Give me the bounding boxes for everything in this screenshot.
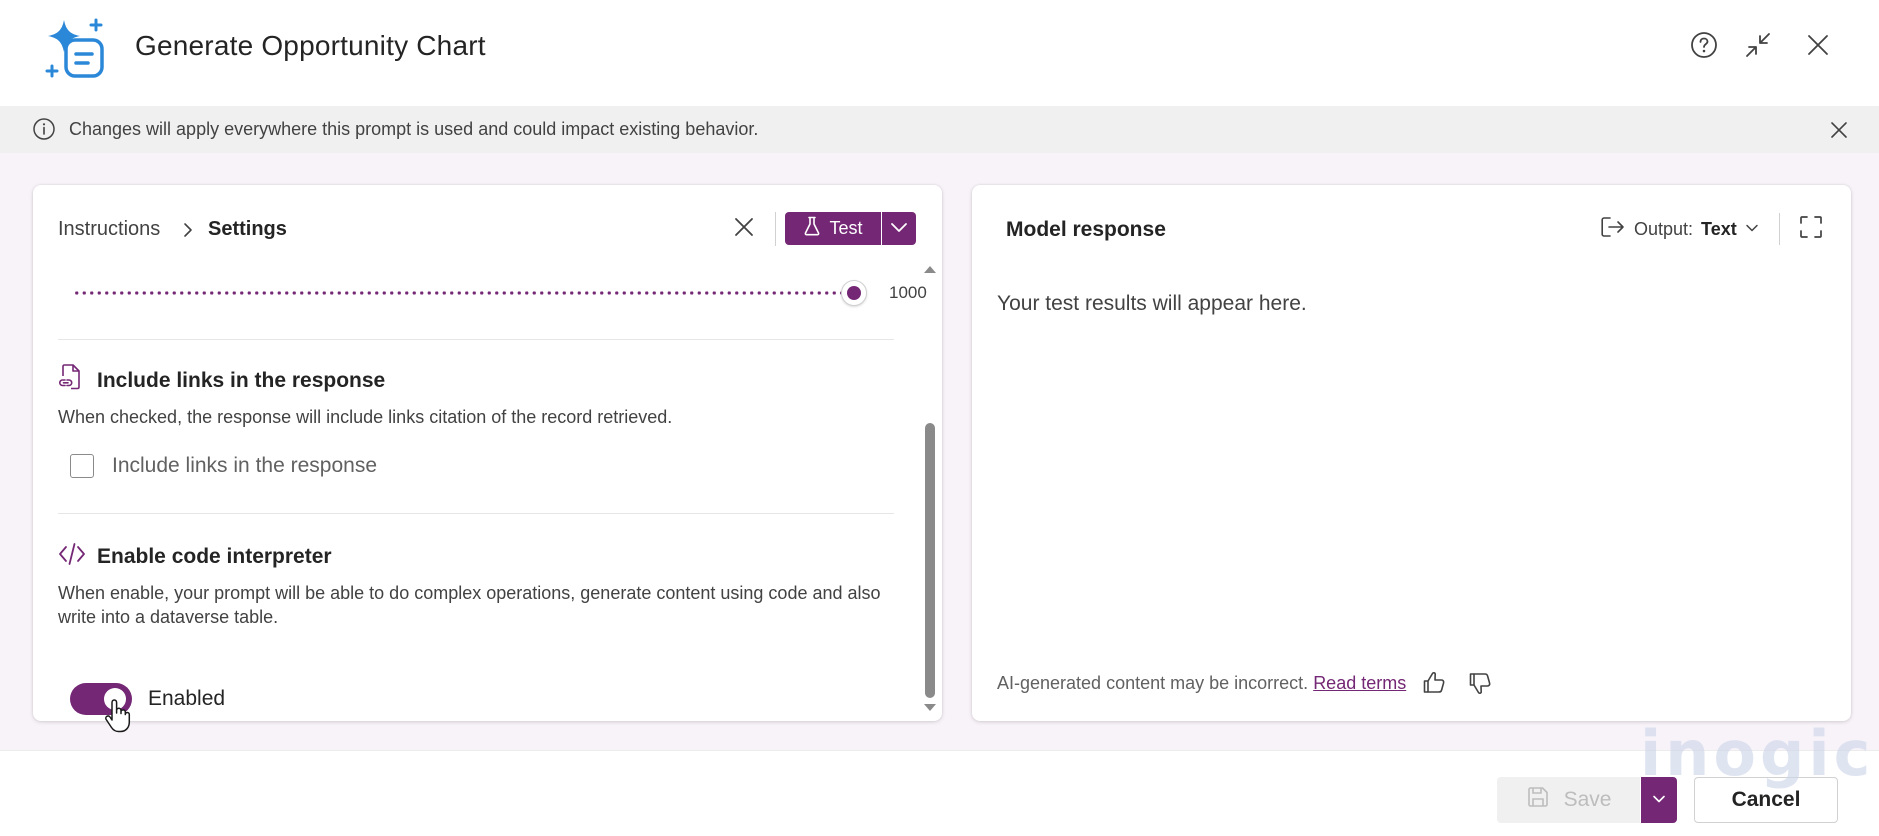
model-response-panel: Model response Output: Text Your test re… — [972, 185, 1851, 721]
chevron-down-icon — [890, 220, 908, 238]
output-format-dropdown[interactable]: Output: Text — [1600, 213, 1759, 245]
dialog-footer: Save Cancel — [0, 750, 1879, 836]
expand-icon — [1799, 215, 1823, 244]
warning-banner: Changes will apply everywhere this promp… — [0, 106, 1879, 153]
code-interpreter-title: Enable code interpreter — [97, 545, 332, 568]
test-button-label: Test — [829, 218, 863, 238]
max-tokens-slider-track[interactable] — [73, 290, 853, 296]
close-settings-button[interactable] — [729, 214, 759, 244]
inogic-watermark-logo: inogic — [1640, 717, 1875, 790]
output-value: Text — [1701, 218, 1737, 239]
scroll-down-arrow-icon[interactable] — [922, 701, 938, 713]
content-area: Instructions Settings Test 1000 Include … — [0, 153, 1879, 750]
thumbs-up-icon[interactable] — [1420, 669, 1448, 697]
toolbar-divider — [1779, 213, 1780, 245]
info-icon — [32, 117, 56, 141]
breadcrumb-instructions[interactable]: Instructions — [58, 218, 160, 241]
read-terms-link[interactable]: Read terms — [1313, 673, 1406, 693]
code-icon — [58, 541, 85, 569]
banner-message: Changes will apply everywhere this promp… — [69, 119, 759, 139]
thumbs-down-icon[interactable] — [1466, 669, 1494, 697]
ai-disclaimer: AI-generated content may be incorrect. R… — [997, 673, 1406, 694]
save-icon — [1526, 785, 1550, 815]
settings-panel: Instructions Settings Test 1000 Include … — [33, 185, 942, 733]
help-button[interactable] — [1687, 30, 1721, 64]
max-tokens-value: 1000 — [889, 283, 927, 302]
max-tokens-slider-thumb[interactable] — [841, 280, 867, 306]
scrollbar-thumb[interactable] — [925, 423, 935, 698]
disclaimer-text: AI-generated content may be incorrect. — [997, 673, 1309, 693]
document-link-icon — [58, 363, 84, 391]
save-label: Save — [1563, 788, 1612, 811]
include-links-description: When checked, the response will include … — [58, 407, 673, 427]
close-icon — [732, 215, 756, 244]
minimize-icon — [1744, 31, 1772, 64]
save-button[interactable]: Save — [1497, 777, 1640, 823]
dismiss-banner-icon[interactable] — [1827, 118, 1851, 142]
output-label: Output: — [1634, 218, 1694, 239]
sparkle-prompt-icon — [44, 18, 108, 80]
code-interpreter-description: When enable, your prompt will be able to… — [58, 583, 881, 627]
section-divider — [58, 513, 894, 514]
minimize-button[interactable] — [1741, 30, 1775, 64]
chevron-down-icon — [1652, 791, 1666, 809]
flask-icon — [803, 216, 821, 241]
close-icon — [1805, 32, 1831, 63]
scroll-up-arrow-icon[interactable] — [922, 262, 938, 274]
test-button[interactable]: Test — [785, 212, 881, 245]
include-links-checkbox-label[interactable]: Include links in the response — [112, 454, 377, 478]
model-response-title: Model response — [1006, 218, 1166, 241]
response-placeholder: Your test results will appear here. — [997, 292, 1307, 315]
page-title: Generate Opportunity Chart — [135, 30, 486, 61]
chevron-right-icon — [181, 222, 195, 238]
include-links-title: Include links in the response — [97, 369, 386, 392]
expand-button[interactable] — [1795, 213, 1827, 245]
test-options-button[interactable] — [882, 212, 916, 245]
dialog-header: Generate Opportunity Chart — [0, 0, 1879, 104]
section-divider — [58, 339, 894, 340]
toolbar-divider — [775, 212, 776, 246]
help-icon — [1690, 31, 1718, 64]
breadcrumb-settings: Settings — [208, 218, 287, 240]
chevron-down-icon — [1745, 220, 1759, 238]
hand-cursor-icon — [103, 698, 133, 734]
close-dialog-button[interactable] — [1801, 30, 1835, 64]
include-links-checkbox[interactable] — [70, 454, 94, 478]
output-arrow-icon — [1600, 215, 1626, 244]
code-interpreter-toggle-label: Enabled — [148, 687, 226, 710]
